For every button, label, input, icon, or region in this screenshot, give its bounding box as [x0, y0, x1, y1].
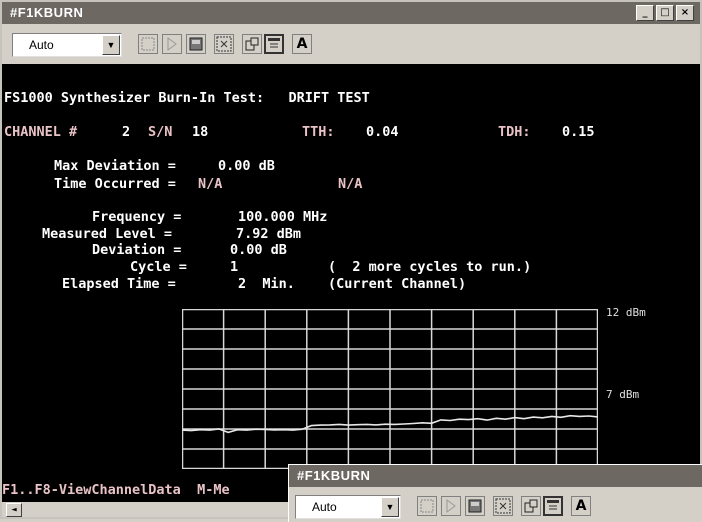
max-deviation-value: 0.00 dB	[218, 158, 275, 174]
channel-value: 2	[122, 124, 131, 140]
mini-font-size-value: Auto	[312, 500, 337, 514]
full-screen-icon[interactable]	[493, 496, 513, 516]
tth-value: 0.04	[366, 124, 399, 140]
scroll-left-button[interactable]: ◄	[6, 503, 22, 517]
deviation-value: 0.00 dB	[230, 242, 287, 258]
drift-chart	[182, 309, 598, 469]
maximize-button[interactable]: □	[656, 5, 674, 21]
time-occurred-label: Time Occurred =	[54, 176, 176, 192]
test-title: FS1000 Synthesizer Burn-In Test: DRIFT T…	[4, 90, 370, 106]
font-size-select[interactable]: Auto ▼	[12, 33, 122, 57]
chevron-down-icon[interactable]: ▼	[381, 497, 399, 517]
elapsed-note: (Current Channel)	[328, 276, 467, 292]
sn-value: 18	[192, 124, 209, 140]
measured-level-label: Measured Level =	[42, 226, 173, 242]
max-deviation-label: Max Deviation =	[54, 158, 176, 174]
font-icon[interactable]: A	[571, 496, 591, 516]
y-tick-label-mid: 7 dBm	[606, 388, 640, 401]
deviation-label: Deviation =	[92, 242, 182, 258]
tdh-label: TDH:	[498, 124, 531, 140]
copy-icon[interactable]	[186, 34, 206, 54]
border-frame-icon[interactable]	[138, 34, 158, 54]
close-button[interactable]: ×	[676, 5, 694, 21]
mini-font-size-select[interactable]: Auto ▼	[295, 495, 401, 519]
time-occurred-value-2: N/A	[338, 176, 363, 192]
select-arrow-icon[interactable]	[441, 496, 461, 516]
frequency-value: 100.000 MHz	[238, 209, 328, 225]
window-title: #F1KBURN	[10, 5, 84, 20]
cycle-label: Cycle =	[130, 259, 187, 275]
background-icon[interactable]	[264, 34, 284, 54]
elapsed-value: 2 Min.	[238, 276, 295, 292]
minimize-button[interactable]: _	[636, 5, 654, 21]
full-screen-icon[interactable]	[214, 34, 234, 54]
sn-label: S/N	[148, 124, 173, 140]
mini-title-bar[interactable]: #F1KBURN	[289, 465, 702, 487]
app-window: #F1KBURN _ □ × Auto ▼ A FS1000 Synthesiz…	[0, 0, 702, 522]
tth-label: TTH:	[302, 124, 335, 140]
y-tick-label-top: 12 dBm	[606, 306, 646, 319]
border-frame-icon[interactable]	[417, 496, 437, 516]
font-size-value: Auto	[29, 38, 54, 52]
properties-icon[interactable]	[521, 496, 541, 516]
time-occurred-value: N/A	[198, 176, 223, 192]
background-icon[interactable]	[543, 496, 563, 516]
title-bar[interactable]: #F1KBURN _ □ ×	[2, 2, 700, 24]
cycle-value: 1	[230, 259, 239, 275]
tdh-value: 0.15	[562, 124, 595, 140]
cycle-note: ( 2 more cycles to run.)	[328, 259, 532, 275]
function-key-help: F1..F8-ViewChannelData M-Me	[2, 482, 230, 498]
elapsed-label: Elapsed Time =	[62, 276, 176, 292]
mini-window-title: #F1KBURN	[297, 468, 371, 483]
toolbar: Auto ▼ A	[2, 24, 700, 64]
copy-icon[interactable]	[465, 496, 485, 516]
select-arrow-icon[interactable]	[162, 34, 182, 54]
frequency-label: Frequency =	[92, 209, 182, 225]
chevron-down-icon[interactable]: ▼	[102, 35, 120, 55]
mini-window: #F1KBURN Auto ▼ A	[288, 464, 702, 522]
properties-icon[interactable]	[242, 34, 262, 54]
channel-label: CHANNEL #	[4, 124, 78, 140]
measured-level-value: 7.92 dBm	[236, 226, 302, 242]
font-icon[interactable]: A	[292, 34, 312, 54]
